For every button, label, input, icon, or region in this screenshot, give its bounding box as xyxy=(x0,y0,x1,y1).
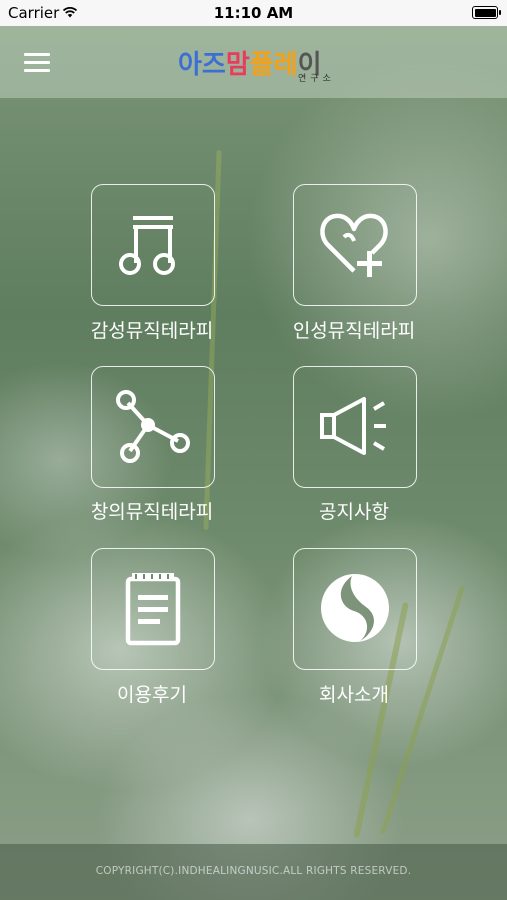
status-bar: Carrier 11:10 AM xyxy=(0,0,507,26)
menu-tile-emotional-music-therapy[interactable] xyxy=(91,184,215,306)
menu-label-emotional-music-therapy[interactable]: 감성뮤직테라피 xyxy=(62,316,242,343)
menu-label-notice[interactable]: 공지사항 xyxy=(264,497,444,524)
hamburger-menu-button[interactable] xyxy=(24,53,52,73)
menu-tile-company-intro[interactable] xyxy=(293,548,417,670)
menu-label-company-intro[interactable]: 회사소개 xyxy=(264,680,444,707)
footer: COPYRIGHT(C).INDHEALINGNUSIC.ALL RIGHTS … xyxy=(0,844,507,900)
heart-plus-icon xyxy=(320,213,388,277)
logo-subtitle: 연구소 xyxy=(298,74,335,84)
music-note-icon xyxy=(119,216,175,275)
menu-label-reviews[interactable]: 이용후기 xyxy=(62,680,242,707)
menu-tile-notice[interactable] xyxy=(293,366,417,488)
logo-char: 맘 xyxy=(225,50,250,80)
menu-tile-character-music-therapy[interactable] xyxy=(293,184,417,306)
battery-icon xyxy=(472,6,501,19)
logo-char: 즈 xyxy=(201,50,226,80)
logo-char: 플 xyxy=(249,50,274,80)
menu-bar-line xyxy=(24,69,50,72)
menu-bar-line xyxy=(24,53,50,56)
top-navigation-bar: 아즈맘플레이 연구소 xyxy=(0,26,507,98)
megaphone-icon xyxy=(320,397,386,455)
status-time: 11:10 AM xyxy=(213,4,294,22)
menu-bar-line xyxy=(24,61,50,64)
network-nodes-icon xyxy=(116,390,190,463)
menu-label-creative-music-therapy[interactable]: 창의뮤직테라피 xyxy=(62,497,242,524)
copyright-text: COPYRIGHT(C).INDHEALINGNUSIC.ALL RIGHTS … xyxy=(95,865,412,877)
background-dandelion-image xyxy=(0,0,507,900)
menu-tile-creative-music-therapy[interactable] xyxy=(91,366,215,488)
app-logo[interactable]: 아즈맘플레이 연구소 xyxy=(178,44,338,84)
logo-char: 레 xyxy=(273,50,298,80)
notepad-icon xyxy=(125,573,181,646)
logo-char: 아 xyxy=(178,50,202,80)
menu-label-character-music-therapy[interactable]: 인성뮤직테라피 xyxy=(264,316,444,343)
company-logo-icon xyxy=(321,574,389,642)
menu-tile-reviews[interactable] xyxy=(91,548,215,670)
